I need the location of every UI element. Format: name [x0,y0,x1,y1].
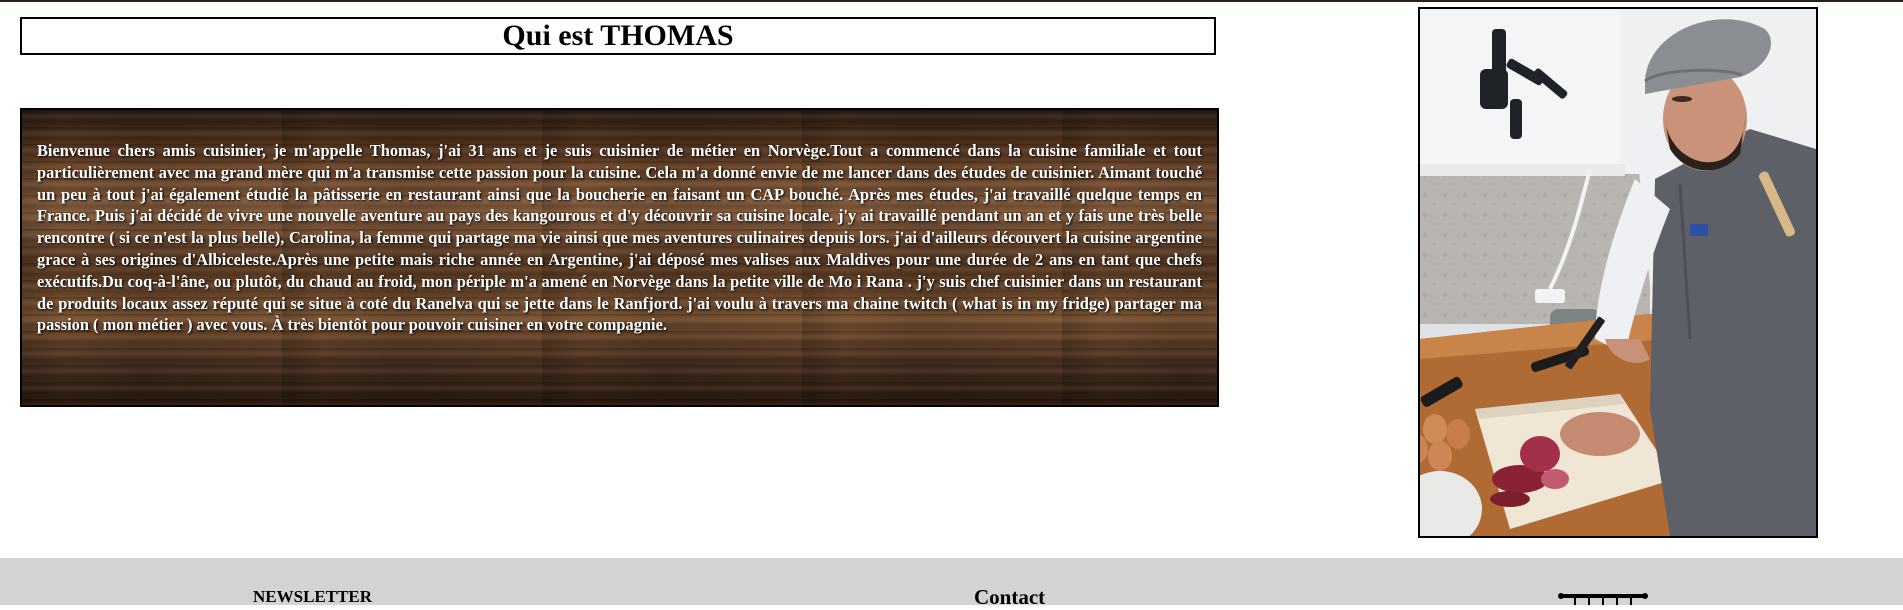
page-title-box: Qui est THOMAS [20,17,1216,55]
contact-heading: Contact [974,585,1046,609]
bio-panel: Bienvenue chers amis cuisinier, je m'app… [20,108,1219,407]
chef-photo [1418,7,1818,538]
top-border [0,0,1903,2]
chef-photo-illustration [1420,9,1816,536]
newsletter-heading: NEWSLETTER [253,587,373,606]
page-title: Qui est THOMAS [502,19,734,52]
utensil-rack-logo-icon[interactable] [1557,588,1649,605]
bio-text: Bienvenue chers amis cuisinier, je m'app… [37,141,1202,335]
footer: NEWSLETTER Contact [0,558,1903,609]
